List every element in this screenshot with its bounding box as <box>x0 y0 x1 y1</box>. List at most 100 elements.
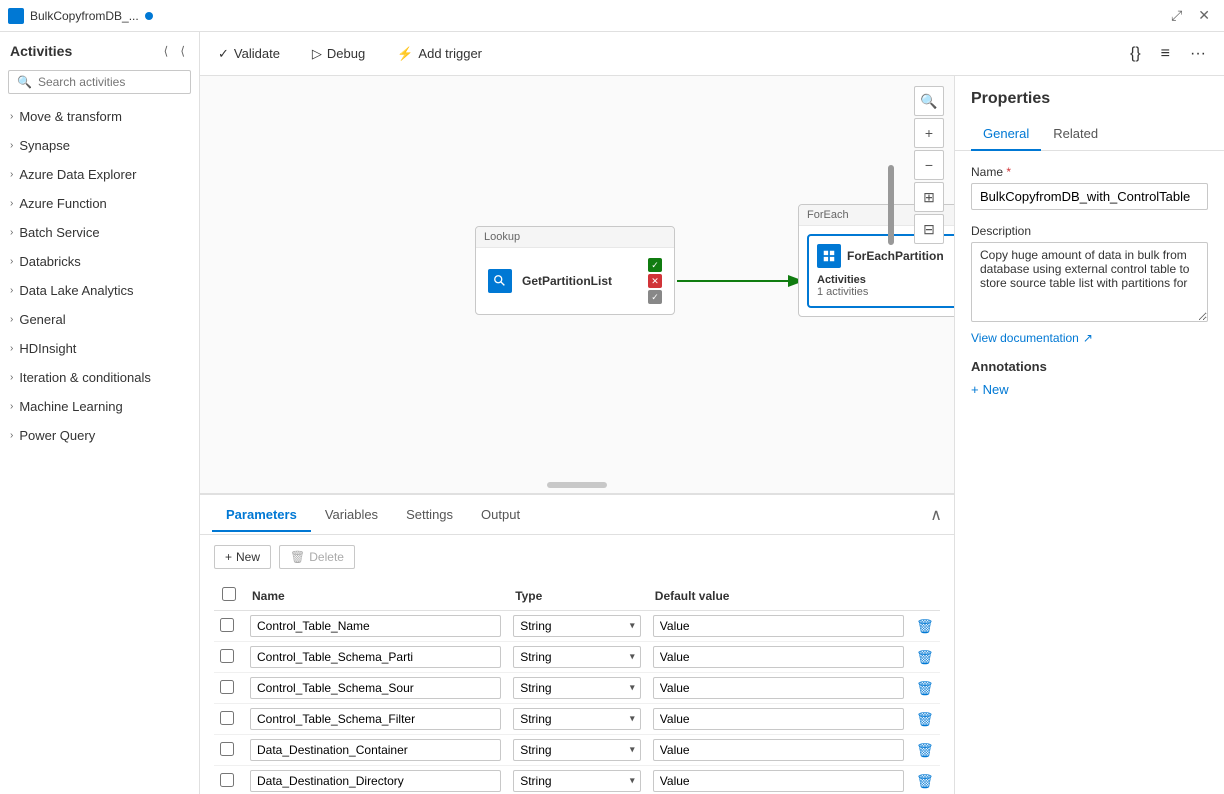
sidebar-item-iteration-conditionals[interactable]: ›Iteration & conditionals <box>0 363 199 392</box>
col-name: Name <box>244 581 507 611</box>
fit-view-button[interactable]: ⊞ <box>914 182 944 212</box>
param-type-select[interactable]: String Bool Int Float Object Array Secur… <box>513 646 641 668</box>
foreach-activities: Activities 1 activities ✏ <box>817 274 954 298</box>
new-param-button[interactable]: + New <box>214 545 271 569</box>
delete-row-button[interactable]: 🗑 <box>916 618 934 635</box>
param-default-input[interactable] <box>653 615 904 637</box>
param-default-input[interactable] <box>653 646 904 668</box>
bottom-content: + New 🗑 Delete <box>200 535 954 794</box>
zoom-in-button[interactable]: + <box>914 118 944 148</box>
doc-button[interactable]: ≡ <box>1155 41 1176 67</box>
row-checkbox[interactable] <box>220 618 234 632</box>
sidebar-item-databricks[interactable]: ›Databricks <box>0 247 199 276</box>
sidebar-item-move-transform[interactable]: ›Move & transform <box>0 102 199 131</box>
description-field[interactable]: Copy huge amount of data in bulk from da… <box>971 242 1208 322</box>
sidebar-item-azure-function[interactable]: ›Azure Function <box>0 189 199 218</box>
param-name-input[interactable] <box>250 770 501 792</box>
sidebar-item-general[interactable]: ›General <box>0 305 199 334</box>
param-name-input[interactable] <box>250 646 501 668</box>
delete-row-button[interactable]: 🗑 <box>916 711 934 728</box>
validate-button[interactable]: ✓ Validate <box>212 42 286 66</box>
debug-button[interactable]: ▷ Debug <box>306 42 371 66</box>
action-success[interactable]: ✓ <box>648 258 662 272</box>
search-input[interactable] <box>38 75 182 89</box>
param-type-select[interactable]: String Bool Int Float Object Array Secur… <box>513 677 641 699</box>
title-bar: BulkCopyfromDB_... ⤢ ✕ <box>0 0 1224 32</box>
sidebar-item-machine-learning[interactable]: ›Machine Learning <box>0 392 199 421</box>
tab-parameters[interactable]: Parameters <box>212 499 311 532</box>
zoom-out-button[interactable]: − <box>914 150 944 180</box>
unsaved-indicator <box>145 12 153 20</box>
add-trigger-button[interactable]: ⚡ Add trigger <box>391 42 488 66</box>
param-type-select[interactable]: String Bool Int Float Object Array Secur… <box>513 770 641 792</box>
sidebar-item-data-lake-analytics[interactable]: ›Data Lake Analytics <box>0 276 199 305</box>
param-name-input[interactable] <box>250 615 501 637</box>
name-field[interactable] <box>971 183 1208 210</box>
view-docs-link[interactable]: View documentation ↗ <box>971 331 1208 345</box>
toolbar-right: {} ≡ ··· <box>1124 41 1212 67</box>
param-default-input[interactable] <box>653 708 904 730</box>
delete-row-button[interactable]: 🗑 <box>916 680 934 697</box>
param-type-select[interactable]: String Bool Int Float Object Array Secur… <box>513 739 641 761</box>
delete-row-button[interactable]: 🗑 <box>916 649 934 666</box>
pin-button[interactable]: ⟨ <box>176 42 189 60</box>
chevron-right-icon: › <box>10 314 13 325</box>
sidebar-item-synapse[interactable]: ›Synapse <box>0 131 199 160</box>
param-name-input[interactable] <box>250 739 501 761</box>
sidebar-item-hdinsight[interactable]: › HDInsight <box>0 334 199 363</box>
row-checkbox[interactable] <box>220 773 234 787</box>
param-default-input[interactable] <box>653 739 904 761</box>
chevron-right-icon: › <box>10 343 13 354</box>
lookup-node[interactable]: Lookup GetPartitionList <box>475 226 675 315</box>
sidebar-item-batch-service[interactable]: ›Batch Service <box>0 218 199 247</box>
new-annotation-label: New <box>983 382 1009 397</box>
lookup-label: GetPartitionList <box>522 274 612 288</box>
delete-row-button[interactable]: 🗑 <box>916 773 934 790</box>
annotations-label: Annotations <box>971 359 1208 374</box>
canvas-area[interactable]: Lookup GetPartitionList <box>200 76 954 494</box>
code-button[interactable]: {} <box>1124 41 1147 67</box>
chevron-right-icon: › <box>10 140 13 151</box>
row-checkbox[interactable] <box>220 742 234 756</box>
chevron-right-icon: › <box>10 256 13 267</box>
close-button[interactable]: ✕ <box>1192 5 1216 26</box>
bottom-panel-close[interactable]: ∧ <box>930 505 942 525</box>
param-type-select[interactable]: String Bool Int Float Object Array Secur… <box>513 615 641 637</box>
bottom-tabs-container: ParametersVariablesSettingsOutput <box>212 499 930 531</box>
param-name-input[interactable] <box>250 708 501 730</box>
tab-settings[interactable]: Settings <box>392 499 467 532</box>
layout-button[interactable]: ⊟ <box>914 214 944 244</box>
right-tab-general[interactable]: General <box>971 118 1041 151</box>
app-icon <box>8 8 24 24</box>
activities-count: 1 activities <box>817 286 868 298</box>
delete-param-button[interactable]: 🗑 Delete <box>279 545 355 569</box>
resize-button[interactable]: ⤢ <box>1165 5 1188 26</box>
add-annotation-button[interactable]: + New <box>971 382 1009 397</box>
right-tab-related[interactable]: Related <box>1041 118 1110 151</box>
row-checkbox[interactable] <box>220 680 234 694</box>
title-bar-actions: ⤢ ✕ <box>1165 5 1216 26</box>
sidebar-item-label: HDInsight <box>19 341 76 356</box>
select-all-checkbox[interactable] <box>222 587 236 601</box>
param-type-select[interactable]: String Bool Int Float Object Array Secur… <box>513 708 641 730</box>
right-panel: Properties GeneralRelated Name * Descrip… <box>954 76 1224 794</box>
param-default-input[interactable] <box>653 677 904 699</box>
action-fail[interactable]: ✕ <box>648 274 662 288</box>
delete-row-button[interactable]: 🗑 <box>916 742 934 759</box>
search-canvas-button[interactable]: 🔍 <box>914 86 944 116</box>
sidebar-item-label: Azure Data Explorer <box>19 167 136 182</box>
action-complete[interactable]: ✓ <box>648 290 662 304</box>
row-checkbox[interactable] <box>220 649 234 663</box>
tab-variables[interactable]: Variables <box>311 499 392 532</box>
param-name-input[interactable] <box>250 677 501 699</box>
sidebar-item-azure-data-explorer[interactable]: ›Azure Data Explorer <box>0 160 199 189</box>
col-default: Default value <box>647 581 910 611</box>
row-checkbox[interactable] <box>220 711 234 725</box>
param-default-input[interactable] <box>653 770 904 792</box>
right-tabs: GeneralRelated <box>955 118 1224 151</box>
more-button[interactable]: ··· <box>1184 41 1212 67</box>
collapse-button[interactable]: ⟨ <box>160 42 173 60</box>
tab-output[interactable]: Output <box>467 499 534 532</box>
delete-icon: 🗑 <box>290 550 305 564</box>
sidebar-item-power-query[interactable]: ›Power Query <box>0 421 199 450</box>
